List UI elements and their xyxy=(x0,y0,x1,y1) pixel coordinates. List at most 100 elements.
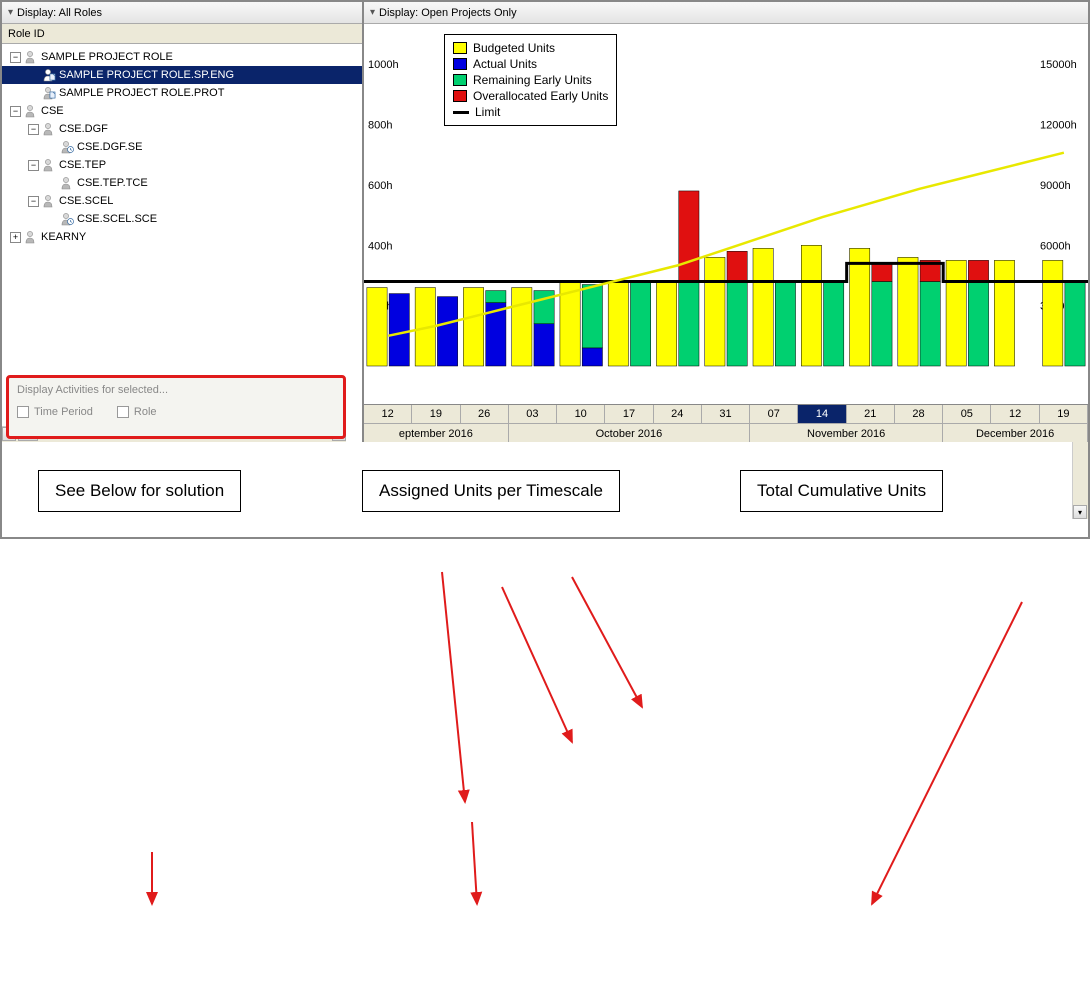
tree-row[interactable]: − CSE.TEP xyxy=(2,156,362,174)
tree-row-label: SAMPLE PROJECT ROLE.SP.ENG xyxy=(59,69,234,81)
chevron-down-icon: ▾ xyxy=(370,7,375,18)
timescale-day[interactable]: 24 xyxy=(654,405,702,423)
callouts: See Below for solution Assigned Units pe… xyxy=(2,446,1088,536)
left-display-label: Display: All Roles xyxy=(17,7,102,19)
person-icon xyxy=(42,86,56,100)
right-panel: ▾ Display: Open Projects Only 1000h 800h 6… xyxy=(364,2,1088,442)
tree-row[interactable]: SAMPLE PROJECT ROLE.PROT xyxy=(2,84,362,102)
tree-row[interactable]: CSE.SCEL.SCE xyxy=(2,210,362,228)
person-icon xyxy=(24,230,38,244)
timescale-day[interactable]: 19 xyxy=(1040,405,1088,423)
timescale-month: eptember 2016 xyxy=(364,424,509,442)
swatch-limit xyxy=(453,111,469,114)
expand-icon[interactable]: + xyxy=(10,232,21,243)
tree-row-label: CSE xyxy=(41,105,64,117)
role-tree: − SAMPLE PROJECT ROLE SAMPLE PROJECT ROLE.… xyxy=(2,44,362,250)
tree-row-label: CSE.TEP xyxy=(59,159,106,171)
collapse-icon[interactable]: − xyxy=(28,124,39,135)
chart-legend: Budgeted Units Actual Units Remaining Ea… xyxy=(444,34,617,126)
timescale-day[interactable]: 10 xyxy=(557,405,605,423)
tree-row-label: SAMPLE PROJECT ROLE xyxy=(41,51,173,63)
timescale-day[interactable]: 07 xyxy=(750,405,798,423)
timescale-month: October 2016 xyxy=(509,424,750,442)
tree-row[interactable]: CSE.DGF.SE xyxy=(2,138,362,156)
tree-row[interactable]: − CSE xyxy=(2,102,362,120)
checkbox-icon xyxy=(117,406,129,418)
callout-see-below: See Below for solution xyxy=(38,470,241,512)
activities-box: Display Activities for selected... Time … xyxy=(6,375,346,439)
tree-row[interactable]: SAMPLE PROJECT ROLE.SP.ENG xyxy=(2,66,362,84)
timescale-day[interactable]: 31 xyxy=(702,405,750,423)
tree-row[interactable]: − SAMPLE PROJECT ROLE xyxy=(2,48,362,66)
legend-actual: Actual Units xyxy=(473,57,537,71)
app-window: ▾ Display: All Roles Role ID − SAMPLE PRO… xyxy=(0,0,1090,539)
person-icon xyxy=(60,140,74,154)
person-icon xyxy=(42,68,56,82)
timescale-month: November 2016 xyxy=(750,424,943,442)
tree-row-label: CSE.TEP.TCE xyxy=(77,177,148,189)
activities-title: Display Activities for selected... xyxy=(17,384,335,396)
collapse-icon[interactable]: − xyxy=(10,52,21,63)
callout-cumulative: Total Cumulative Units xyxy=(740,470,943,512)
callout-assigned: Assigned Units per Timescale xyxy=(362,470,620,512)
person-icon xyxy=(24,104,38,118)
right-display-label: Display: Open Projects Only xyxy=(379,7,517,19)
person-icon xyxy=(42,158,56,172)
tree-row-label: CSE.DGF.SE xyxy=(77,141,142,153)
timescale: 121926031017243107142128051219 eptember … xyxy=(364,404,1088,442)
person-icon xyxy=(42,122,56,136)
tree-row[interactable]: + KEARNY xyxy=(2,228,362,246)
right-display-bar[interactable]: ▾ Display: Open Projects Only xyxy=(364,2,1088,24)
column-header[interactable]: Role ID xyxy=(2,24,362,44)
chevron-down-icon: ▾ xyxy=(8,7,13,18)
timescale-day[interactable]: 03 xyxy=(509,405,557,423)
person-icon xyxy=(24,50,38,64)
tree-row[interactable]: − CSE.DGF xyxy=(2,120,362,138)
person-icon xyxy=(60,212,74,226)
tree-row-label: KEARNY xyxy=(41,231,86,243)
checkbox-icon xyxy=(17,406,29,418)
svg-text:15000h: 15000h xyxy=(1040,59,1077,71)
timescale-day[interactable]: 05 xyxy=(943,405,991,423)
timescale-day[interactable]: 12 xyxy=(364,405,412,423)
checkbox-label: Role xyxy=(134,406,157,418)
timescale-day[interactable]: 21 xyxy=(847,405,895,423)
timescale-day[interactable]: 19 xyxy=(412,405,460,423)
person-icon xyxy=(60,176,74,190)
timescale-day[interactable]: 26 xyxy=(461,405,509,423)
collapse-icon[interactable]: − xyxy=(28,160,39,171)
legend-remaining: Remaining Early Units xyxy=(473,73,592,87)
timescale-day[interactable]: 28 xyxy=(895,405,943,423)
checkbox-time-period[interactable]: Time Period xyxy=(17,406,93,418)
timescale-days: 121926031017243107142128051219 xyxy=(364,405,1088,424)
timescale-day[interactable]: 17 xyxy=(605,405,653,423)
checkbox-label: Time Period xyxy=(34,406,93,418)
left-display-bar[interactable]: ▾ Display: All Roles xyxy=(2,2,362,24)
svg-text:6000h: 6000h xyxy=(1040,240,1071,252)
svg-text:1000h: 1000h xyxy=(368,59,399,71)
svg-text:800h: 800h xyxy=(368,120,392,132)
legend-limit: Limit xyxy=(475,105,500,119)
svg-text:12000h: 12000h xyxy=(1040,120,1077,132)
tree-row-label: CSE.DGF xyxy=(59,123,108,135)
legend-budgeted: Budgeted Units xyxy=(473,41,555,55)
checkbox-role[interactable]: Role xyxy=(117,406,157,418)
svg-text:400h: 400h xyxy=(368,240,392,252)
svg-text:600h: 600h xyxy=(368,180,392,192)
swatch-budgeted xyxy=(453,42,467,54)
swatch-remaining xyxy=(453,74,467,86)
tree-row-label: CSE.SCEL.SCE xyxy=(77,213,157,225)
tree-row[interactable]: CSE.TEP.TCE xyxy=(2,174,362,192)
timescale-day[interactable]: 12 xyxy=(991,405,1039,423)
chart-area: 1000h800h600h400h200h15000h12000h9000h60… xyxy=(364,24,1088,442)
svg-text:9000h: 9000h xyxy=(1040,180,1071,192)
swatch-actual xyxy=(453,58,467,70)
timescale-day[interactable]: 14 xyxy=(798,405,846,423)
collapse-icon[interactable]: − xyxy=(28,196,39,207)
timescale-month: December 2016 xyxy=(943,424,1088,442)
person-icon xyxy=(42,194,56,208)
legend-overallocated: Overallocated Early Units xyxy=(473,89,608,103)
collapse-icon[interactable]: − xyxy=(10,106,21,117)
tree-row[interactable]: −CSE.SCEL xyxy=(2,192,362,210)
timescale-months: eptember 2016October 2016November 2016De… xyxy=(364,424,1088,442)
